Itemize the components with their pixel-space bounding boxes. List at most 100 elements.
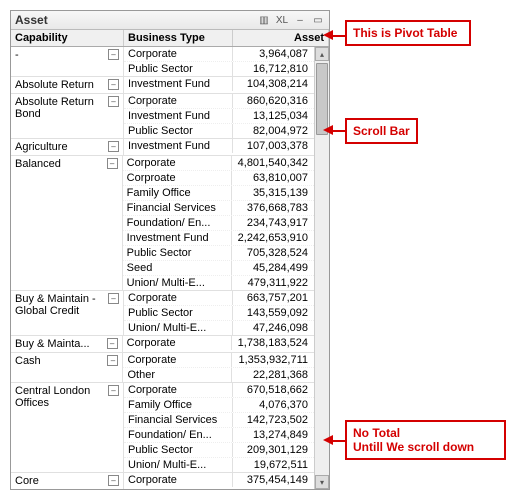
- table-row[interactable]: Investment Fund104,308,214: [124, 77, 314, 91]
- collapse-icon[interactable]: –: [108, 49, 119, 60]
- asset-value-cell: 209,301,129: [233, 443, 314, 457]
- capability-cell: Agriculture–: [11, 139, 124, 155]
- asset-value-cell: 35,315,139: [232, 186, 314, 200]
- col-capability[interactable]: Capability: [11, 30, 124, 46]
- collapse-icon[interactable]: –: [108, 293, 119, 304]
- business-type-cell: Financial Services: [124, 413, 233, 427]
- table-row[interactable]: Corporate670,518,662: [124, 383, 314, 398]
- business-type-cell: Corporate: [123, 353, 232, 367]
- table-row[interactable]: Corporate860,620,316: [124, 94, 314, 109]
- collapse-icon[interactable]: –: [107, 338, 118, 349]
- table-row[interactable]: Union/ Multi-E...479,311,922: [123, 276, 314, 290]
- table-row[interactable]: Investment Fund107,003,378: [124, 139, 314, 153]
- capability-cell: Central London Offices–: [11, 383, 124, 472]
- capability-label: Absolute Return Bond: [15, 96, 106, 120]
- callout-pivot: This is Pivot Table: [345, 20, 471, 46]
- table-row[interactable]: Corproate63,810,007: [123, 171, 314, 186]
- callout-scrollbar: Scroll Bar: [345, 118, 418, 144]
- table-row[interactable]: Investment Fund2,242,653,910: [123, 231, 314, 246]
- table-row[interactable]: Public Sector82,004,972: [124, 124, 314, 138]
- business-type-cell: Corporate: [124, 291, 233, 305]
- business-type-cell: Investment Fund: [124, 109, 233, 123]
- scroll-up-icon[interactable]: ▴: [315, 47, 329, 61]
- arrow-nototal: [323, 435, 333, 445]
- business-type-cell: Public Sector: [124, 124, 233, 138]
- capability-group: Cash–Corporate1,353,932,711Other22,281,3…: [11, 353, 314, 383]
- table-row[interactable]: Corporate3,964,087: [124, 47, 314, 62]
- table-row[interactable]: Union/ Multi-E...47,246,098: [124, 321, 314, 335]
- table-row[interactable]: Other22,281,368: [123, 368, 314, 382]
- table-row[interactable]: Financial Services142,723,502: [124, 413, 314, 428]
- table-row[interactable]: Corporate1,738,183,524: [123, 336, 314, 350]
- asset-value-cell: 142,723,502: [233, 413, 314, 427]
- capability-group: Buy & Maintain - Global Credit–Corporate…: [11, 291, 314, 336]
- subrows: Corporate375,454,149: [124, 473, 314, 489]
- asset-value-cell: 375,454,149: [233, 473, 314, 487]
- collapse-icon[interactable]: –: [108, 475, 119, 486]
- scroll-down-icon[interactable]: ▾: [315, 475, 329, 489]
- subrows: Corporate1,353,932,711Other22,281,368: [123, 353, 314, 382]
- capability-label: Cash: [15, 355, 105, 367]
- table-row[interactable]: Investment Fund13,125,034: [124, 109, 314, 124]
- maximize-icon[interactable]: ▭: [311, 14, 325, 26]
- pivot-panel: Asset ▥ XL – ▭ Capability Business Type …: [10, 10, 330, 490]
- capability-group: Central London Offices–Corporate670,518,…: [11, 383, 314, 473]
- asset-value-cell: 3,964,087: [233, 47, 314, 61]
- export-xl-icon[interactable]: XL: [275, 14, 289, 26]
- asset-value-cell: 19,672,511: [233, 458, 314, 472]
- business-type-cell: Investment Fund: [124, 77, 233, 91]
- business-type-cell: Corporate: [124, 47, 233, 61]
- asset-value-cell: 13,274,849: [233, 428, 314, 442]
- table-row[interactable]: Corporate375,454,149: [124, 473, 314, 487]
- business-type-cell: Corporate: [123, 156, 232, 170]
- asset-value-cell: 107,003,378: [233, 139, 314, 153]
- subrows: Corporate670,518,662Family Office4,076,3…: [124, 383, 314, 472]
- table-row[interactable]: Foundation/ En...13,274,849: [124, 428, 314, 443]
- collapse-icon[interactable]: –: [107, 355, 118, 366]
- asset-value-cell: 2,242,653,910: [232, 231, 314, 245]
- col-asset[interactable]: Asset: [233, 30, 329, 46]
- col-business-type[interactable]: Business Type: [124, 30, 233, 46]
- fast-change-icon[interactable]: ▥: [257, 14, 271, 26]
- table-row[interactable]: Family Office4,076,370: [124, 398, 314, 413]
- table-row[interactable]: Corporate4,801,540,342: [123, 156, 314, 171]
- business-type-cell: Family Office: [124, 398, 233, 412]
- collapse-icon[interactable]: –: [108, 385, 119, 396]
- vertical-scrollbar[interactable]: ▴ ▾: [314, 47, 329, 489]
- table-row[interactable]: Corporate1,353,932,711: [123, 353, 314, 368]
- business-type-cell: Union/ Multi-E...: [124, 321, 233, 335]
- collapse-icon[interactable]: –: [108, 96, 119, 107]
- business-type-cell: Other: [123, 368, 232, 382]
- collapse-icon[interactable]: –: [108, 79, 119, 90]
- business-type-cell: Foundation/ En...: [124, 428, 233, 442]
- table-row[interactable]: Financial Services376,668,783: [123, 201, 314, 216]
- capability-group: Balanced–Corporate4,801,540,342Corproate…: [11, 156, 314, 291]
- table-row[interactable]: Public Sector143,559,092: [124, 306, 314, 321]
- asset-value-cell: 234,743,917: [232, 216, 314, 230]
- capability-cell: -–: [11, 47, 124, 76]
- capability-label: Central London Offices: [15, 385, 106, 409]
- table-row[interactable]: Public Sector16,712,810: [124, 62, 314, 76]
- business-type-cell: Seed: [123, 261, 232, 275]
- asset-value-cell: 45,284,499: [232, 261, 314, 275]
- asset-value-cell: 479,311,922: [232, 276, 314, 290]
- business-type-cell: Foundation/ En...: [123, 216, 232, 230]
- table-row[interactable]: Corporate663,757,201: [124, 291, 314, 306]
- panel-header: Asset ▥ XL – ▭: [11, 11, 329, 30]
- table-row[interactable]: Public Sector705,328,524: [123, 246, 314, 261]
- table-row[interactable]: Foundation/ En...234,743,917: [123, 216, 314, 231]
- business-type-cell: Union/ Multi-E...: [124, 458, 233, 472]
- pivot-rows: -–Corporate3,964,087Public Sector16,712,…: [11, 47, 314, 489]
- column-headers: Capability Business Type Asset: [11, 30, 329, 47]
- table-row[interactable]: Public Sector209,301,129: [124, 443, 314, 458]
- table-row[interactable]: Seed45,284,499: [123, 261, 314, 276]
- table-row[interactable]: Union/ Multi-E...19,672,511: [124, 458, 314, 472]
- asset-value-cell: 376,668,783: [232, 201, 314, 215]
- business-type-cell: Family Office: [123, 186, 232, 200]
- collapse-icon[interactable]: –: [108, 141, 119, 152]
- minimize-icon[interactable]: –: [293, 14, 307, 26]
- collapse-icon[interactable]: –: [107, 158, 118, 169]
- business-type-cell: Public Sector: [123, 246, 232, 260]
- table-row[interactable]: Family Office35,315,139: [123, 186, 314, 201]
- capability-cell: Absolute Return Bond–: [11, 94, 124, 138]
